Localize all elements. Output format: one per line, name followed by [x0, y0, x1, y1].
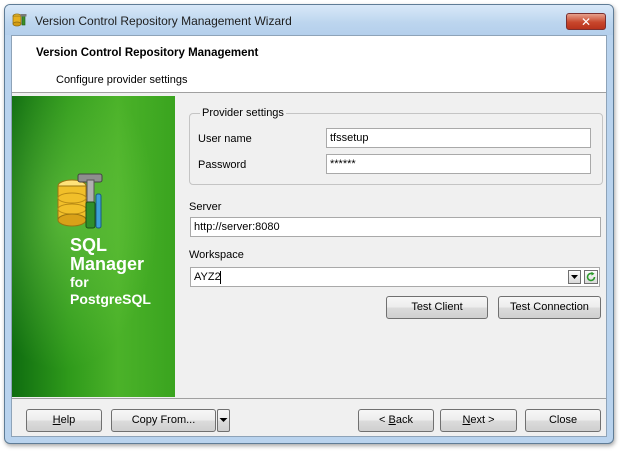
- user-name-label: User name: [198, 133, 252, 145]
- server-label: Server: [189, 201, 222, 213]
- brand-line-4: PostgreSQL: [70, 291, 151, 307]
- password-value: ******: [330, 158, 356, 170]
- product-name: SQL Manager for PostgreSQL: [70, 236, 151, 308]
- refresh-icon: [586, 271, 596, 282]
- next-label: ext >: [470, 414, 495, 426]
- user-name-input[interactable]: tfssetup: [326, 128, 591, 148]
- footer-divider: [12, 398, 606, 399]
- test-client-label: Test Client: [411, 301, 463, 313]
- help-label: elp: [60, 414, 76, 426]
- copy-from-button[interactable]: Copy From...: [111, 409, 216, 432]
- test-connection-label: Test Connection: [510, 301, 589, 313]
- workspace-label: Workspace: [189, 249, 244, 261]
- brand-line-1: SQL: [70, 235, 108, 255]
- test-connection-button[interactable]: Test Connection: [498, 296, 601, 319]
- wizard-client-area: Version Control Repository Management Co…: [11, 35, 607, 437]
- database-tools-icon: [56, 172, 106, 237]
- workspace-refresh-button[interactable]: [584, 270, 598, 284]
- page-title: Version Control Repository Management: [36, 47, 259, 59]
- test-client-button[interactable]: Test Client: [386, 296, 488, 319]
- server-value: http://server:8080: [194, 221, 280, 233]
- wizard-header: Version Control Repository Management Co…: [12, 36, 606, 93]
- help-button[interactable]: Help: [26, 409, 102, 432]
- workspace-dropdown-button[interactable]: [568, 270, 581, 284]
- user-name-value: tfssetup: [330, 132, 369, 144]
- title-bar[interactable]: Version Control Repository Management Wi…: [5, 5, 613, 35]
- database-tools-icon: [12, 13, 28, 27]
- page-subtitle: Configure provider settings: [56, 74, 188, 86]
- back-button[interactable]: < Back: [358, 409, 434, 432]
- workspace-combo[interactable]: AYZ2: [190, 267, 600, 287]
- back-label: ack: [395, 414, 413, 426]
- back-prefix: <: [379, 414, 389, 426]
- copy-from-label: Copy From...: [131, 414, 196, 426]
- close-window-button[interactable]: ✕: [566, 13, 606, 30]
- window-title: Version Control Repository Management Wi…: [35, 14, 292, 28]
- chevron-down-icon: [219, 418, 228, 422]
- brand-line-2: Manager: [70, 254, 145, 274]
- provider-settings-label: Provider settings: [200, 107, 286, 119]
- close-icon: ✕: [580, 15, 592, 29]
- back-mnemonic: B: [388, 414, 396, 426]
- copy-from-dropdown-button[interactable]: [217, 409, 230, 432]
- product-banner: SQL Manager for PostgreSQL: [12, 96, 175, 397]
- brand-line-3: for: [70, 274, 89, 290]
- password-label: Password: [198, 159, 247, 171]
- close-button[interactable]: Close: [525, 409, 601, 432]
- workspace-value: AYZ2: [194, 271, 221, 283]
- next-button[interactable]: Next >: [440, 409, 517, 432]
- close-label: Close: [548, 414, 578, 426]
- help-mnemonic: H: [52, 414, 61, 426]
- chevron-down-icon: [571, 275, 578, 279]
- wizard-window: Version Control Repository Management Wi…: [4, 4, 614, 444]
- password-input[interactable]: ******: [326, 154, 591, 174]
- provider-settings-group: Provider settings: [189, 107, 603, 185]
- server-input[interactable]: http://server:8080: [190, 217, 601, 237]
- text-caret: [220, 271, 221, 284]
